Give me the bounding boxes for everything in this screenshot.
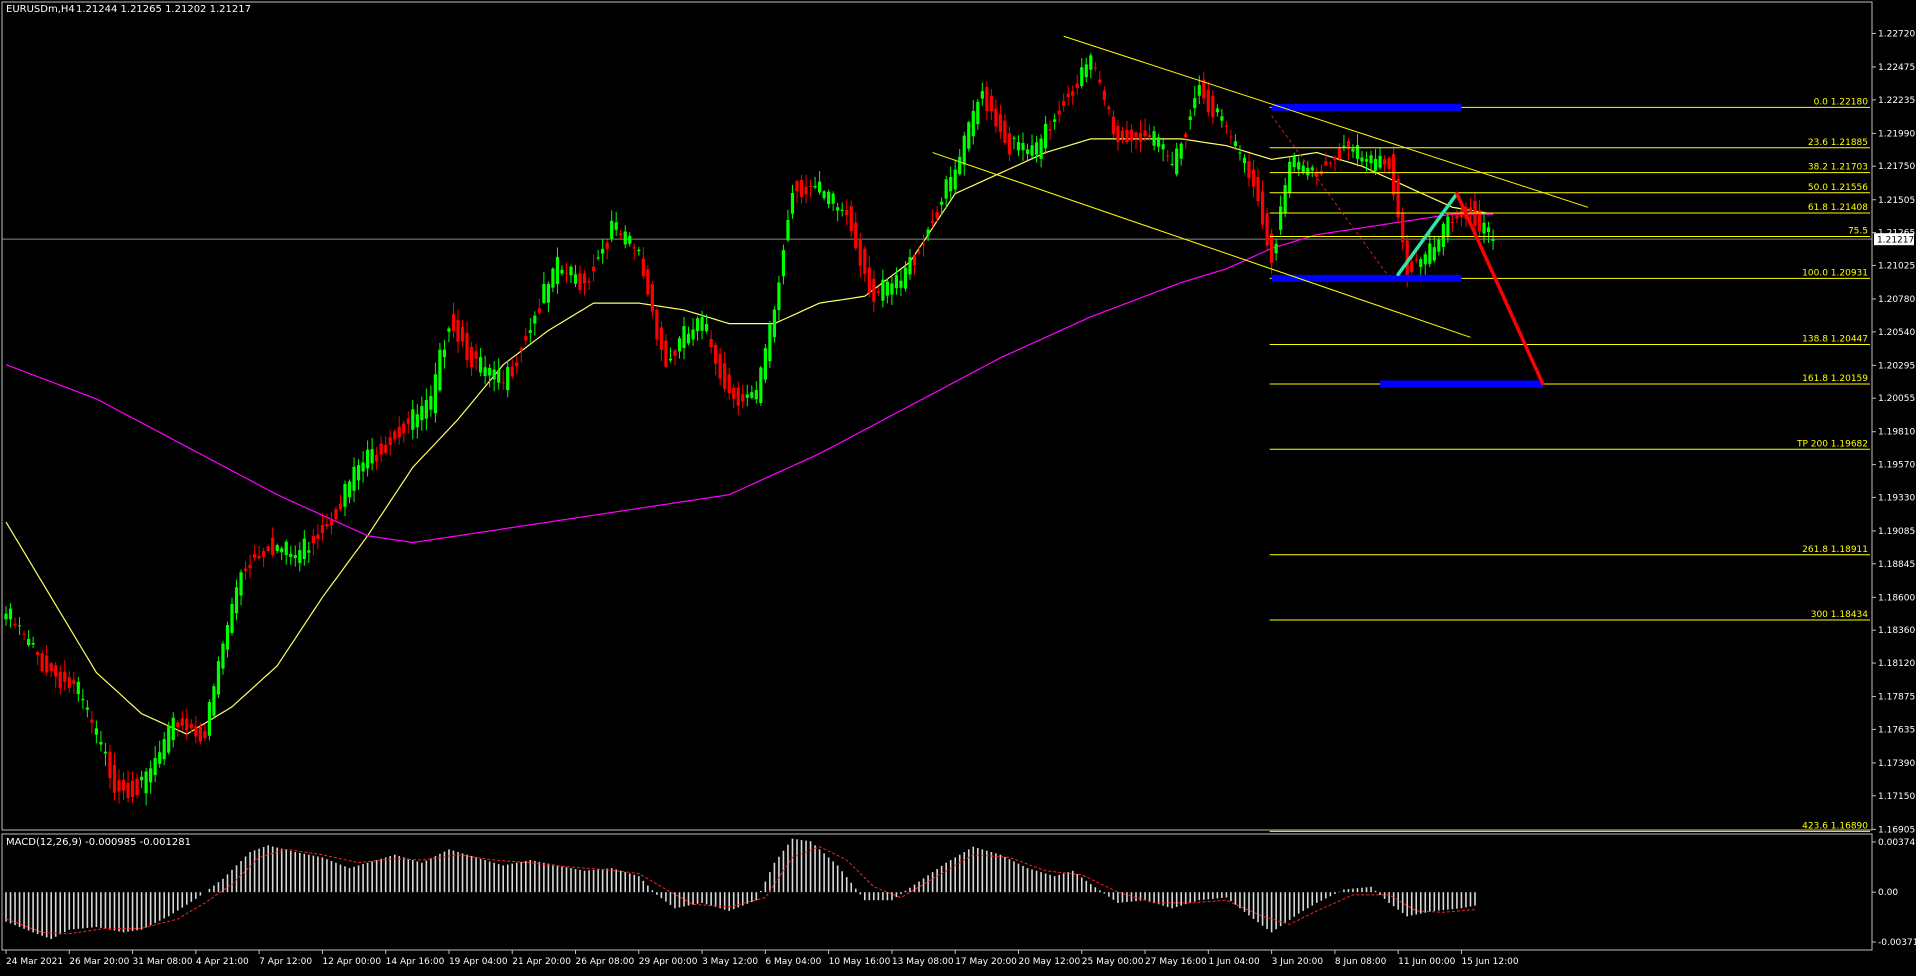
time-tick-label: 3 Jun 20:00 (1272, 957, 1324, 967)
time-tick-label: 12 Apr 00:00 (322, 957, 381, 967)
chart-background (0, 0, 1916, 972)
time-tick-label: 10 May 16:00 (829, 957, 891, 967)
candle (438, 342, 442, 393)
candle (772, 306, 776, 343)
price-tick-label: 1.21990 (1878, 129, 1915, 139)
price-tick-label: 1.17150 (1878, 792, 1915, 802)
price-tick-label: 1.22235 (1878, 96, 1915, 106)
fib-level-label: 75.5 (1848, 226, 1868, 236)
time-tick-label: 1 Jun 04:00 (1208, 957, 1260, 967)
price-tick-label: 1.19570 (1878, 461, 1915, 471)
ohlc-label: 1.21244 1.21265 1.21202 1.21217 (76, 4, 251, 15)
price-tick-label: 1.21025 (1878, 261, 1915, 271)
price-tick-label: 1.18120 (1878, 659, 1915, 669)
fib-level-label: 100.0 1.20931 (1802, 268, 1868, 278)
fib-level-label: 161.8 1.20159 (1802, 374, 1868, 384)
price-tick-label: 1.22720 (1878, 29, 1915, 39)
candle (768, 321, 772, 369)
candle (40, 649, 44, 673)
time-tick-label: 14 Apr 16:00 (386, 957, 445, 967)
candle (212, 683, 216, 719)
candle (167, 721, 171, 755)
price-tick-label: 1.18600 (1878, 593, 1915, 603)
candle (763, 343, 767, 384)
fib-level-label: TP 200 1.19682 (1796, 439, 1868, 449)
symbol-label: EURUSDm,H4 (6, 4, 75, 15)
price-tick-label: 1.16905 (1878, 825, 1915, 835)
price-tick-label: 1.21505 (1878, 196, 1915, 206)
fib-level-label: 23.6 1.21885 (1808, 138, 1868, 148)
time-tick-label: 8 Jun 08:00 (1335, 957, 1387, 967)
price-tick-label: 1.20540 (1878, 328, 1915, 338)
price-tick-label: 1.20780 (1878, 295, 1915, 305)
price-tick-label: 1.22475 (1878, 63, 1915, 73)
candle (967, 120, 971, 152)
price-tick-label: 1.18360 (1878, 626, 1915, 636)
price-tick-label: 1.19085 (1878, 527, 1915, 537)
time-tick-label: 19 Apr 04:00 (449, 957, 508, 967)
fib-level-label: 300 1.18434 (1811, 610, 1869, 620)
candle (646, 265, 650, 297)
candle (1265, 207, 1269, 251)
time-tick-label: 7 Apr 12:00 (259, 957, 312, 967)
price-tick-label: 1.18845 (1878, 560, 1915, 570)
time-tick-label: 13 May 08:00 (892, 957, 954, 967)
candle (207, 699, 211, 741)
time-tick-label: 26 Mar 20:00 (69, 957, 129, 967)
blue-zone[interactable] (1271, 103, 1462, 111)
candle (1396, 173, 1400, 223)
time-tick-label: 27 May 16:00 (1145, 957, 1207, 967)
time-tick-label: 21 Apr 20:00 (512, 957, 571, 967)
blue-zone[interactable] (1380, 380, 1543, 388)
time-tick-label: 31 Mar 08:00 (133, 957, 193, 967)
fib-level-label: 38.2 1.21703 (1808, 163, 1868, 173)
time-tick-label: 17 May 20:00 (955, 957, 1017, 967)
time-tick-label: 3 May 12:00 (702, 957, 758, 967)
time-tick-label: 20 May 12:00 (1018, 957, 1080, 967)
price-tick-label: 1.20295 (1878, 361, 1915, 371)
price-tick-label: 1.19330 (1878, 493, 1915, 503)
fib-level-label: 423.6 1.16890 (1802, 821, 1868, 831)
price-tick-label: 1.17390 (1878, 759, 1915, 769)
fib-level-label: 61.8 1.21408 (1808, 203, 1868, 213)
candle (1288, 156, 1292, 198)
time-tick-label: 25 May 00:00 (1082, 957, 1144, 967)
time-tick-label: 6 May 04:00 (765, 957, 821, 967)
fib-level-label: 0.0 1.22180 (1814, 97, 1869, 107)
macd-tick-label: 0.00 (1878, 888, 1898, 898)
time-tick-label: 11 Jun 00:00 (1398, 957, 1455, 967)
price-tick-label: 1.20055 (1878, 394, 1915, 404)
macd-label: MACD(12,26,9) -0.000985 -0.001281 (6, 837, 191, 848)
fib-level-label: 50.0 1.21556 (1808, 183, 1868, 193)
chart-canvas[interactable]: 0.0 1.22180 23.6 1.21885 38.2 1.21703 50.0 … (0, 0, 1916, 972)
candle (216, 656, 221, 699)
time-tick-label: 24 Mar 2021 (6, 957, 63, 967)
price-tick-label: 1.21750 (1878, 162, 1915, 172)
macd-tick-label: 0.003749 (1878, 838, 1916, 848)
macd-tick-label: -0.003719 (1878, 938, 1916, 948)
fib-level-label: 261.8 1.18911 (1802, 545, 1868, 555)
trading-chart[interactable]: 0.0 1.22180 23.6 1.21885 38.2 1.21703 50.0 … (0, 0, 1916, 972)
time-tick-label: 26 Apr 08:00 (576, 957, 635, 967)
fib-level-label: 138.8 1.20447 (1802, 335, 1868, 345)
price-tick-label: 1.19810 (1878, 428, 1915, 438)
time-tick-label: 15 Jun 12:00 (1461, 957, 1518, 967)
price-tick-label: 1.17635 (1878, 725, 1915, 735)
time-tick-label: 29 Apr 00:00 (639, 957, 698, 967)
price-tick-label: 1.17875 (1878, 693, 1915, 703)
candle (759, 365, 763, 406)
current-price-label: 1.21217 (1877, 236, 1914, 246)
time-tick-label: 4 Apr 21:00 (196, 957, 249, 967)
